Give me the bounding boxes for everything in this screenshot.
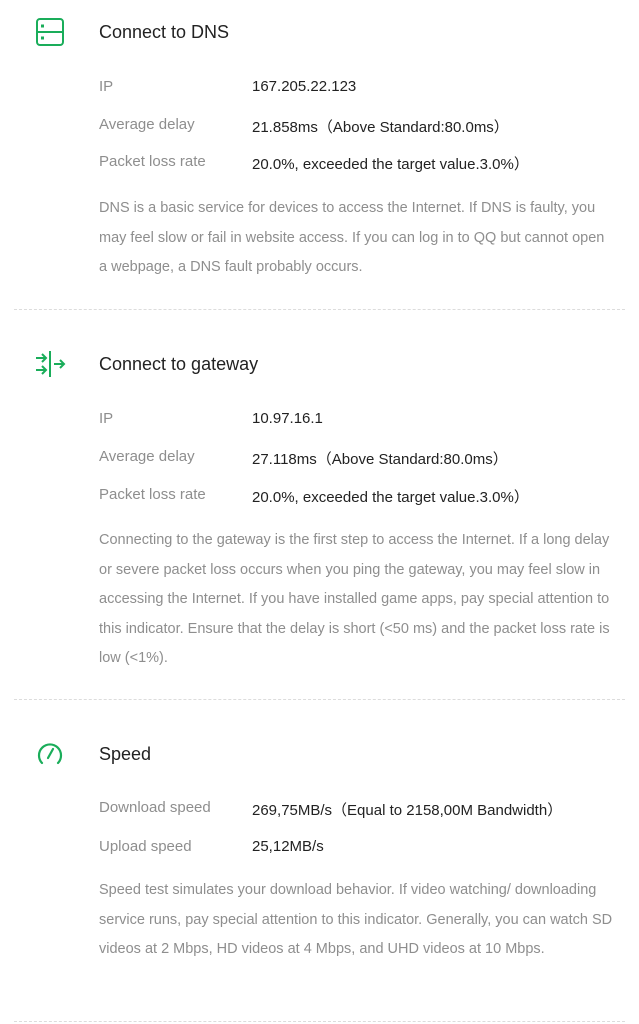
speedometer-icon: [37, 743, 63, 765]
gateway-description: Connecting to the gateway is the first s…: [99, 532, 610, 666]
upload-speed-value: 25,12MB/s: [252, 838, 324, 855]
section-divider: [14, 1021, 625, 1022]
download-speed-label: Download speed: [99, 799, 211, 816]
upload-speed-label: Upload speed: [99, 838, 192, 855]
speed-title: Speed: [99, 744, 152, 764]
dns-ip-value: 167.205.22.123: [252, 78, 357, 95]
speed-description: Speed test simulates your download behav…: [99, 882, 613, 957]
dns-loss-value: 20.0%, exceeded the target value.3.0%）: [252, 156, 529, 173]
dns-loss-label: Packet loss rate: [99, 153, 206, 170]
dns-delay-value: 21.858ms（Above Standard:80.0ms）: [252, 119, 509, 136]
gateway-arrows-icon: [36, 351, 66, 377]
dns-description: DNS is a basic service for devices to ac…: [99, 200, 605, 275]
server-icon: [36, 18, 64, 46]
dns-title: Connect to DNS: [99, 22, 230, 42]
gateway-delay-value: 27.118ms（Above Standard:80.0ms）: [252, 451, 508, 468]
gateway-ip-label: IP: [99, 410, 114, 427]
dns-delay-label: Average delay: [99, 116, 195, 133]
download-speed-value: 269,75MB/s（Equal to 2158,00M Bandwidth）: [252, 802, 563, 819]
gateway-ip-value: 10.97.16.1: [252, 410, 323, 427]
section-divider: [14, 309, 625, 310]
gateway-loss-value: 20.0%, exceeded the target value.3.0%）: [252, 489, 529, 506]
gateway-delay-label: Average delay: [99, 448, 195, 465]
section-divider: [14, 699, 625, 700]
dns-ip-label: IP: [99, 78, 114, 95]
gateway-loss-label: Packet loss rate: [99, 486, 206, 503]
gateway-title: Connect to gateway: [99, 354, 259, 374]
